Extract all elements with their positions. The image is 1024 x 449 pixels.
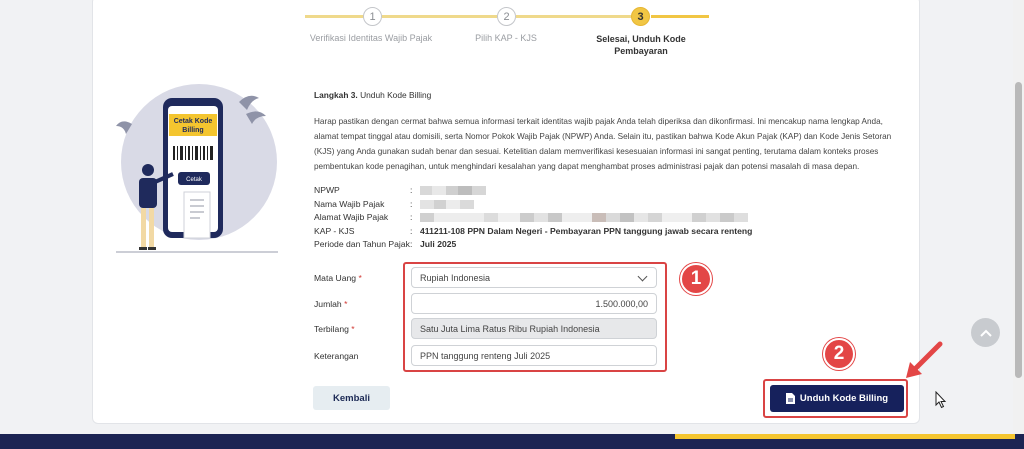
periode-value: Juli 2025: [420, 239, 457, 249]
stepper-line: [651, 15, 709, 18]
mata-uang-label-text: Mata Uang: [314, 273, 357, 283]
info-colon: :: [410, 225, 413, 236]
page-scrollbar[interactable]: [1013, 0, 1024, 435]
taxpayer-info: NPWP : Nama Wajib Pajak : Alamat Wajib P…: [314, 184, 752, 252]
step-content: Langkah 3. Unduh Kode Billing Harap past…: [314, 88, 904, 174]
jumlah-label: Jumlah *: [314, 299, 347, 309]
keterangan-label: Keterangan: [314, 351, 358, 361]
stepper-line: [382, 15, 497, 18]
alamat-label: Alamat Wajib Pajak: [314, 212, 389, 222]
scroll-to-top-button[interactable]: [971, 318, 1000, 347]
phone-banner-text-2: Billing: [182, 127, 203, 134]
info-row-npwp: NPWP :: [314, 184, 752, 198]
required-mark: *: [351, 324, 355, 334]
annotation-arrow-icon: [906, 341, 943, 378]
phone-print-button-text: Cetak: [186, 177, 203, 183]
scrollbar-thumb[interactable]: [1015, 82, 1022, 378]
step-3-circle[interactable]: 3: [631, 7, 650, 26]
required-mark: *: [358, 273, 362, 283]
step-3-label: Selesai, Unduh Kode Pembayaran: [580, 33, 702, 57]
alamat-redacted: [420, 213, 748, 222]
info-colon: :: [410, 239, 413, 249]
form-highlight-box: [403, 262, 667, 372]
step-2-circle[interactable]: 2: [497, 7, 516, 26]
info-colon: :: [410, 198, 413, 209]
npwp-label: NPWP: [314, 185, 340, 195]
step-prefix: Langkah 3.: [314, 90, 358, 100]
info-colon: :: [410, 185, 413, 195]
step-description: Harap pastikan dengan cermat bahwa semua…: [314, 117, 892, 171]
info-row-kap: KAP - KJS : 411211-108 PPN Dalam Negeri …: [314, 225, 752, 239]
document-icon: [785, 393, 795, 404]
step-3-label-line1: Selesai, Unduh Kode: [596, 34, 686, 44]
back-button[interactable]: Kembali: [313, 386, 390, 410]
nama-label: Nama Wajib Pajak: [314, 198, 385, 209]
kap-label: KAP - KJS: [314, 225, 355, 236]
annotation-badge-2: 2: [823, 338, 855, 370]
jumlah-label-text: Jumlah: [314, 299, 342, 309]
info-row-alamat: Alamat Wajib Pajak :: [314, 211, 752, 225]
stepper-line: [516, 15, 631, 18]
keterangan-label-text: Keterangan: [314, 351, 359, 361]
npwp-redacted: [420, 186, 486, 195]
mata-uang-label: Mata Uang *: [314, 273, 362, 283]
step-1-circle[interactable]: 1: [363, 7, 382, 26]
kap-value: 411211-108 PPN Dalam Negeri - Pembayaran…: [420, 225, 753, 236]
stepper-line: [305, 15, 364, 18]
info-row-nama: Nama Wajib Pajak :: [314, 198, 752, 212]
download-billing-button[interactable]: Unduh Kode Billing: [770, 385, 904, 412]
step-title-text: Unduh Kode Billing: [360, 90, 432, 100]
step-3-label-line2: Pembayaran: [614, 46, 668, 56]
download-billing-label: Unduh Kode Billing: [799, 393, 889, 404]
phone-banner-text: Cetak Kode: [174, 118, 213, 125]
chevron-up-icon: [979, 329, 992, 337]
required-mark: *: [344, 299, 348, 309]
page: 1 2 3 Verifikasi Identitas Wajib Pajak P…: [0, 0, 1024, 449]
step-1-label: Verifikasi Identitas Wajib Pajak: [309, 33, 433, 43]
terbilang-label: Terbilang *: [314, 324, 355, 334]
annotation-badge-1: 1: [680, 263, 712, 295]
footer-accent: [675, 434, 1015, 439]
mouse-cursor-icon: [935, 391, 947, 409]
billing-illustration: Cetak Kode Billing Cetak: [116, 84, 278, 253]
periode-label: Periode dan Tahun Pajak: [314, 239, 410, 249]
info-row-periode: Periode dan Tahun Pajak : Juli 2025: [314, 238, 752, 252]
stepper: 1 2 3 Verifikasi Identitas Wajib Pajak P…: [0, 0, 1024, 60]
info-colon: :: [410, 212, 413, 222]
receipt-icon: [183, 191, 211, 239]
step-title: Langkah 3. Unduh Kode Billing: [314, 88, 904, 102]
terbilang-label-text: Terbilang: [314, 324, 349, 334]
nama-redacted: [420, 199, 474, 209]
step-2-label: Pilih KAP - KJS: [475, 33, 537, 43]
